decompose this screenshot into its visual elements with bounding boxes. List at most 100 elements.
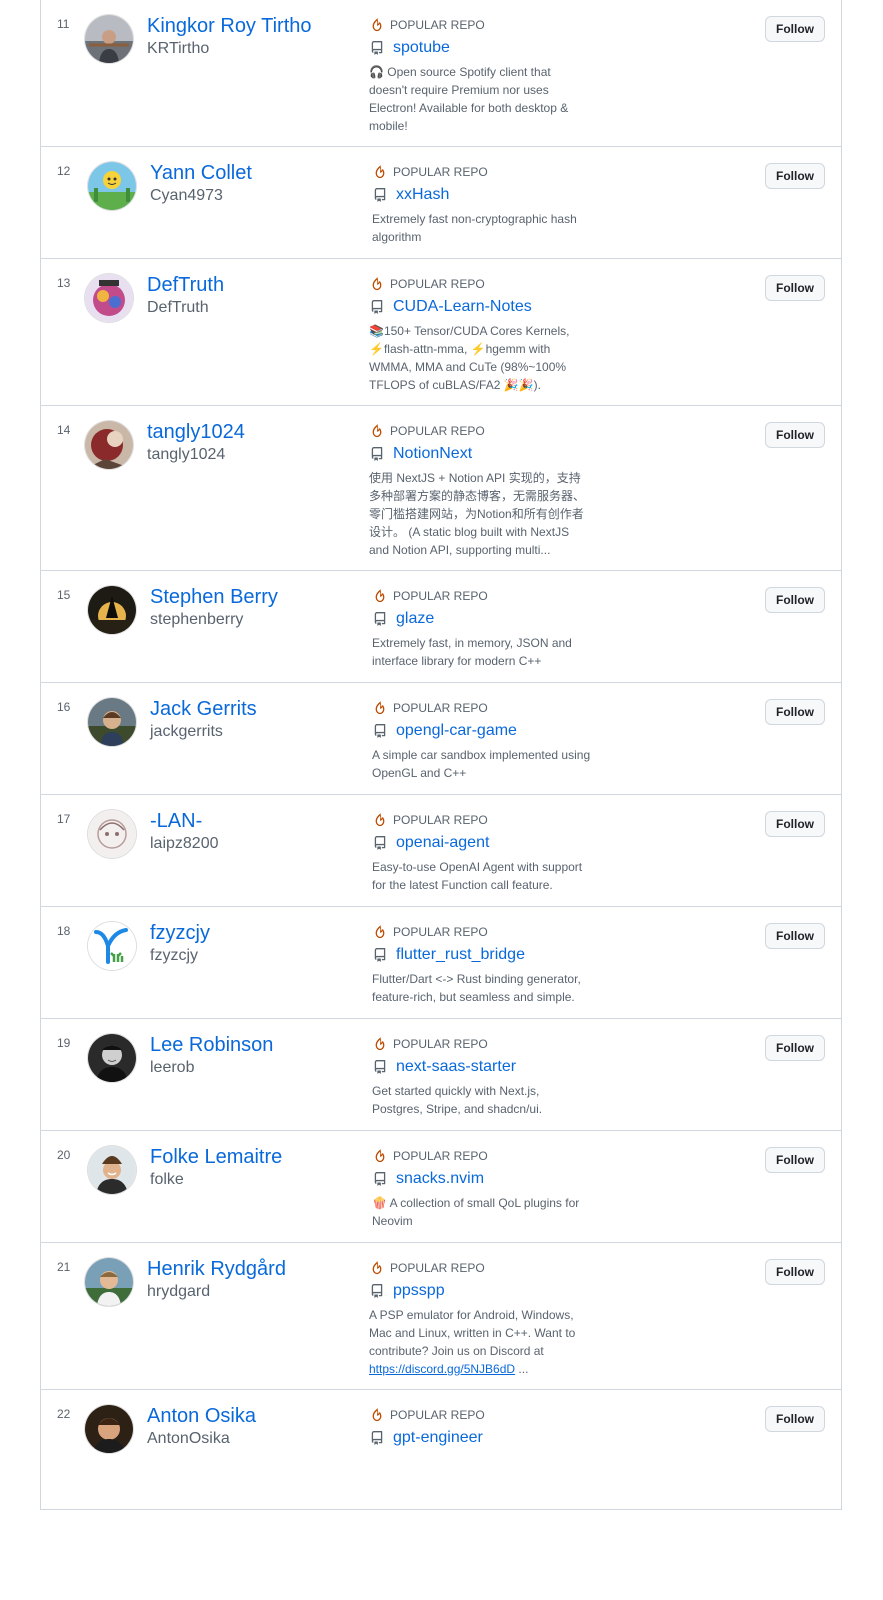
developer-row: 19 Lee Robinson leerob Popular repo next… [40,1019,842,1131]
popular-repo-heading: Popular repo [369,422,591,440]
avatar[interactable] [88,162,136,210]
follow-button[interactable]: Follow [765,16,825,42]
repo-link[interactable]: openai-agent [396,832,489,854]
developer-name-link[interactable]: Folke Lemaitre [150,1145,360,1169]
popular-repo-heading: Popular repo [369,16,591,34]
repo-description-tail: ... [515,1362,529,1376]
repo-link[interactable]: opengl-car-game [396,720,517,742]
rank-number: 21 [57,1260,71,1274]
developer-names: Lee Robinson leerob [150,1033,360,1079]
repo-link[interactable]: glaze [396,608,434,630]
developer-login-link[interactable]: fzyzcjy [150,945,360,967]
developer-name-link[interactable]: Kingkor Roy Tirtho [147,14,357,38]
repo-link[interactable]: next-saas-starter [396,1056,516,1078]
developer-name-link[interactable]: Yann Collet [150,161,360,185]
popular-repo-heading: Popular repo [372,1035,594,1053]
repo-description: Get started quickly with Next.js, Postgr… [372,1082,592,1118]
avatar[interactable] [88,1034,136,1082]
developer-name-link[interactable]: Lee Robinson [150,1033,360,1057]
developer-name-link[interactable]: Henrik Rydgård [147,1257,357,1281]
popular-repo-block: Popular repo glaze Extremely fast, in me… [372,587,594,670]
repo-description: Flutter/Dart <-> Rust binding generator,… [372,970,592,1006]
developer-login-link[interactable]: folke [150,1169,360,1191]
developer-login-link[interactable]: stephenberry [150,609,360,631]
avatar[interactable] [85,1405,133,1453]
follow-button[interactable]: Follow [765,923,825,949]
repo-link[interactable]: ppsspp [393,1280,445,1302]
follow-button[interactable]: Follow [765,163,825,189]
popular-repo-block: Popular repo snacks.nvim 🍿 A collection … [372,1147,594,1230]
repo-line: openai-agent [372,832,594,854]
developer-name-link[interactable]: tangly1024 [147,420,357,444]
developer-row: 20 Folke Lemaitre folke Popular repo sna… [40,1131,842,1243]
repo-description-text: Flutter/Dart <-> Rust binding generator,… [372,972,581,1004]
developer-login-link[interactable]: laipz8200 [150,833,360,855]
follow-button[interactable]: Follow [765,275,825,301]
developer-row: 11 Kingkor Roy Tirtho KRTirtho Popular r… [40,0,842,147]
popular-repo-block: Popular repo NotionNext 使用 NextJS + Noti… [369,422,591,559]
repo-description-text: 使用 NextJS + Notion API 实现的，支持多种部署方案的静态博客… [369,471,586,557]
avatar[interactable] [85,421,133,469]
avatar[interactable] [88,586,136,634]
popular-repo-label: Popular repo [393,1149,488,1163]
repo-link[interactable]: xxHash [396,184,449,206]
avatar[interactable] [88,922,136,970]
flame-icon [375,1037,385,1051]
repo-link[interactable]: CUDA-Learn-Notes [393,296,532,318]
developer-row: 16 Jack Gerrits jackgerrits Popular repo… [40,683,842,795]
developer-names: DefTruth DefTruth [147,273,357,319]
repo-icon [374,724,386,738]
popular-repo-label: Popular repo [390,1408,485,1422]
repo-description-link[interactable]: https://discord.gg/5NJB6dD [369,1362,515,1376]
follow-button[interactable]: Follow [765,1259,825,1285]
follow-button[interactable]: Follow [765,699,825,725]
developer-login-link[interactable]: tangly1024 [147,444,357,466]
developer-login-link[interactable]: Cyan4973 [150,185,360,207]
repo-line: next-saas-starter [372,1056,594,1078]
repo-link[interactable]: snacks.nvim [396,1168,484,1190]
developer-names: Kingkor Roy Tirtho KRTirtho [147,14,357,60]
repo-icon [371,41,383,55]
repo-link[interactable]: spotube [393,37,450,59]
repo-link[interactable]: flutter_rust_bridge [396,944,525,966]
developer-name-link[interactable]: Jack Gerrits [150,697,360,721]
avatar[interactable] [85,274,133,322]
repo-link[interactable]: NotionNext [393,443,472,465]
developer-name-link[interactable]: DefTruth [147,273,357,297]
developer-login-link[interactable]: leerob [150,1057,360,1079]
repo-line: ppsspp [369,1280,591,1302]
rank-number: 13 [57,276,71,290]
developer-name-link[interactable]: Stephen Berry [150,585,360,609]
popular-repo-label: Popular repo [393,165,488,179]
follow-button[interactable]: Follow [765,422,825,448]
developer-name-link[interactable]: Anton Osika [147,1404,357,1428]
developer-name-link[interactable]: fzyzcjy [150,921,360,945]
follow-button[interactable]: Follow [765,1035,825,1061]
developer-login-link[interactable]: KRTirtho [147,38,357,60]
repo-icon [371,447,383,461]
follow-button[interactable]: Follow [765,1406,825,1432]
follow-button[interactable]: Follow [765,587,825,613]
repo-description-text: Extremely fast, in memory, JSON and inte… [372,636,572,668]
repo-link[interactable]: gpt-engineer [393,1427,483,1449]
popular-repo-heading: Popular repo [372,1147,594,1165]
avatar[interactable] [88,1146,136,1194]
avatar[interactable] [88,698,136,746]
avatar[interactable] [85,15,133,63]
avatar[interactable] [88,810,136,858]
repo-description: Extremely fast, in memory, JSON and inte… [372,634,592,670]
popular-repo-block: Popular repo CUDA-Learn-Notes 📚150+ Tens… [369,275,591,394]
developer-names: Stephen Berry stephenberry [150,585,360,631]
follow-button[interactable]: Follow [765,811,825,837]
popular-repo-block: Popular repo flutter_rust_bridge Flutter… [372,923,594,1006]
developer-name-link[interactable]: -LAN- [150,809,360,833]
repo-line: xxHash [372,184,594,206]
developer-login-link[interactable]: AntonOsika [147,1428,357,1450]
follow-button[interactable]: Follow [765,1147,825,1173]
avatar[interactable] [85,1258,133,1306]
popular-repo-heading: Popular repo [372,163,594,181]
developer-login-link[interactable]: DefTruth [147,297,357,319]
developer-login-link[interactable]: jackgerrits [150,721,360,743]
developer-login-link[interactable]: hrydgard [147,1281,357,1303]
popular-repo-heading: Popular repo [372,811,594,829]
